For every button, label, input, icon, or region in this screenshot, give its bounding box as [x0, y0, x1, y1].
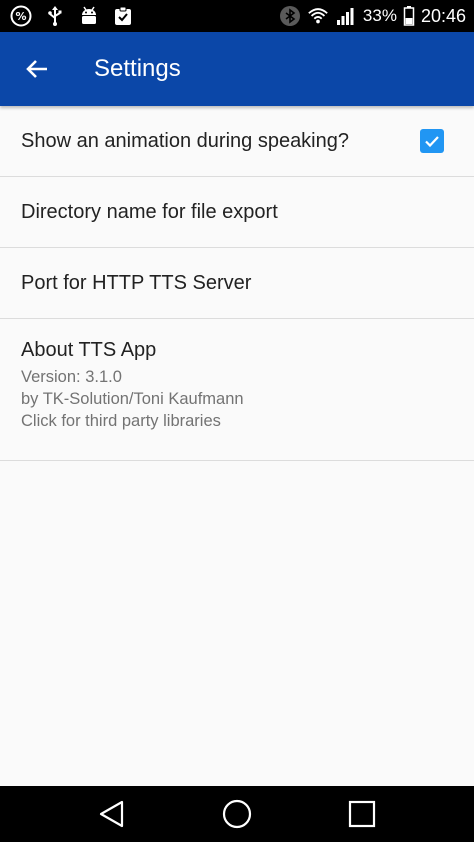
version-text: Version: 3.1.0: [21, 368, 122, 386]
status-bar: % 33% 20:46: [0, 0, 474, 32]
pref-title: Show an animation during speaking?: [21, 129, 349, 152]
system-icons: 33% 20:46: [279, 5, 466, 27]
back-triangle-icon: [99, 800, 124, 828]
nav-recents-button[interactable]: [322, 786, 402, 842]
libraries-text: Click for third party libraries: [21, 412, 221, 430]
percent-icon: %: [10, 5, 32, 27]
pref-title: Port for HTTP TTS Server: [21, 271, 252, 294]
battery-icon: [403, 5, 415, 27]
notification-icons: %: [10, 5, 134, 27]
author-text: by TK-Solution/Toni Kaufmann: [21, 390, 244, 408]
back-button[interactable]: [0, 32, 74, 106]
nav-back-button[interactable]: [72, 786, 152, 842]
usb-icon: [44, 5, 66, 27]
checkmark-icon: [425, 136, 439, 148]
pref-directory-name[interactable]: Directory name for file export: [0, 177, 474, 248]
app-bar: Settings: [0, 32, 474, 106]
battery-percent: 33%: [362, 6, 397, 25]
android-debug-icon: [78, 5, 100, 27]
svg-text:%: %: [15, 10, 26, 23]
pref-http-port[interactable]: Port for HTTP TTS Server: [0, 248, 474, 319]
settings-list: Show an animation during speaking? Direc…: [0, 106, 474, 461]
wifi-icon: [307, 5, 329, 27]
pref-show-animation[interactable]: Show an animation during speaking?: [0, 106, 474, 177]
recents-square-icon: [348, 800, 376, 828]
clock: 20:46: [420, 5, 466, 26]
animation-checkbox[interactable]: [420, 129, 444, 153]
signal-icon: [335, 5, 357, 27]
clipboard-check-icon: [112, 5, 134, 27]
page-title: Settings: [94, 55, 181, 82]
bluetooth-icon: [279, 5, 301, 27]
pref-title: Directory name for file export: [21, 200, 278, 223]
navigation-bar: [0, 786, 474, 842]
pref-about[interactable]: About TTS App Version: 3.1.0 by TK-Solut…: [0, 319, 474, 461]
home-circle-icon: [222, 799, 252, 829]
nav-home-button[interactable]: [197, 786, 277, 842]
pref-title: About TTS App: [21, 339, 157, 361]
arrow-back-icon: [26, 60, 47, 78]
